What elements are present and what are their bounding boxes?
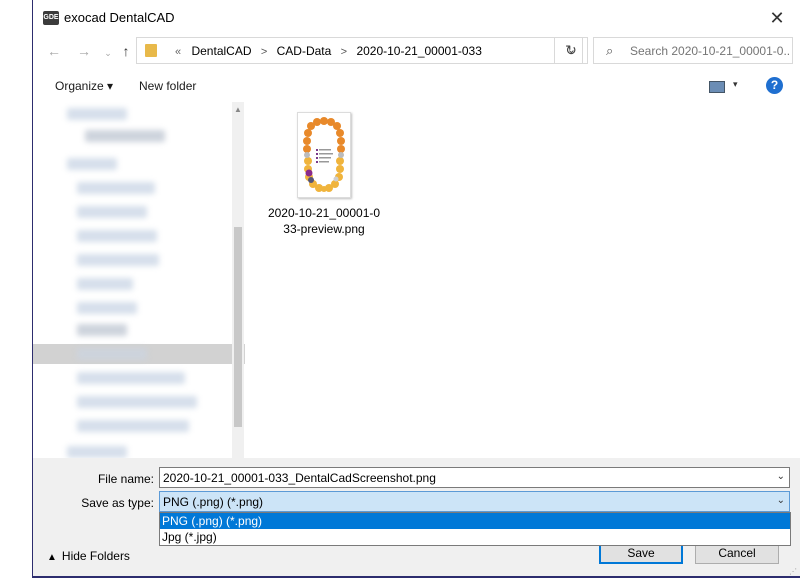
chevron-down-icon[interactable]: ⌄ <box>777 495 785 506</box>
file-list: 2020-10-21_00001-033-preview.png <box>245 102 800 458</box>
breadcrumb-overflow-icon[interactable]: « <box>175 46 181 58</box>
search-icon: ⌕ <box>606 43 614 58</box>
new-folder-button[interactable]: New folder <box>139 79 196 93</box>
chevron-up-icon: ▲ <box>47 552 57 563</box>
hide-folders-button[interactable]: ▲ Hide Folders <box>47 549 130 563</box>
type-option-png[interactable]: PNG (.png) (*.png) <box>160 513 790 529</box>
save-as-type-dropdown-list: PNG (.png) (*.png) Jpg (*.jpg) <box>159 512 791 546</box>
file-name-field[interactable] <box>160 468 763 487</box>
refresh-icon: ↻ <box>565 42 577 58</box>
breadcrumb-item-dentalcad[interactable]: DentalCAD <box>191 44 251 58</box>
save-as-type-value: PNG (.png) (*.png) <box>163 495 264 509</box>
breadcrumb-item-cad-data[interactable]: CAD-Data <box>277 44 332 58</box>
folder-icon <box>145 44 157 57</box>
view-options-icon[interactable] <box>709 81 725 93</box>
hide-folders-label: Hide Folders <box>61 549 130 563</box>
address-row: ← → ⌄ ↑ « DentalCAD > CAD-Data > 2020-10… <box>33 36 800 66</box>
breadcrumb-separator[interactable]: > <box>261 46 267 58</box>
file-name-label: 2020-10-21_00001-033-preview.png <box>267 206 381 236</box>
close-button[interactable]: ✕ <box>754 0 800 36</box>
file-name-label: File name: <box>97 472 154 486</box>
organize-button[interactable]: Organize ▾ <box>55 79 113 93</box>
title-bar: GDE exocad DentalCAD ✕ <box>33 0 800 36</box>
file-name-combobox[interactable]: ⌄ <box>159 467 790 488</box>
search-box[interactable]: ⌕ <box>593 37 793 64</box>
file-item[interactable]: 2020-10-21_00001-033-preview.png <box>265 110 383 260</box>
back-arrow-icon[interactable]: ← <box>43 40 65 62</box>
image-thumbnail <box>297 112 351 198</box>
search-input[interactable] <box>630 38 790 63</box>
forward-arrow-icon[interactable]: → <box>73 40 95 62</box>
breadcrumb-separator[interactable]: > <box>341 46 347 58</box>
breadcrumb: « DentalCAD > CAD-Data > 2020-10-21_0000… <box>175 44 482 58</box>
chevron-down-icon[interactable]: ▾ <box>733 79 738 90</box>
type-option-jpg[interactable]: Jpg (*.jpg) <box>160 529 790 545</box>
chevron-down-icon[interactable]: ⌄ <box>777 471 785 482</box>
save-as-type-label: Save as type: <box>81 496 154 510</box>
app-icon: GDE <box>43 11 59 25</box>
save-dialog: GDE exocad DentalCAD ✕ ← → ⌄ ↑ « DentalC… <box>32 0 800 578</box>
window-title: exocad DentalCAD <box>64 10 175 25</box>
command-bar: Organize ▾ New folder ▾ ? <box>33 72 800 102</box>
navigation-pane: ▲ <box>33 102 245 458</box>
nav-scrollbar-thumb[interactable] <box>234 227 242 427</box>
refresh-button[interactable]: ↻ <box>554 37 588 64</box>
navigation-tree-blurred <box>33 102 233 458</box>
resize-grip-icon[interactable]: ⋰ <box>789 567 797 576</box>
help-button[interactable]: ? <box>766 77 783 94</box>
up-arrow-icon[interactable]: ↑ <box>115 40 137 62</box>
save-as-type-select[interactable]: PNG (.png) (*.png) ⌄ <box>159 491 790 512</box>
address-bar[interactable]: « DentalCAD > CAD-Data > 2020-10-21_0000… <box>136 37 583 64</box>
scroll-up-icon[interactable]: ▲ <box>232 105 244 114</box>
breadcrumb-item-case-folder[interactable]: 2020-10-21_00001-033 <box>356 44 481 58</box>
